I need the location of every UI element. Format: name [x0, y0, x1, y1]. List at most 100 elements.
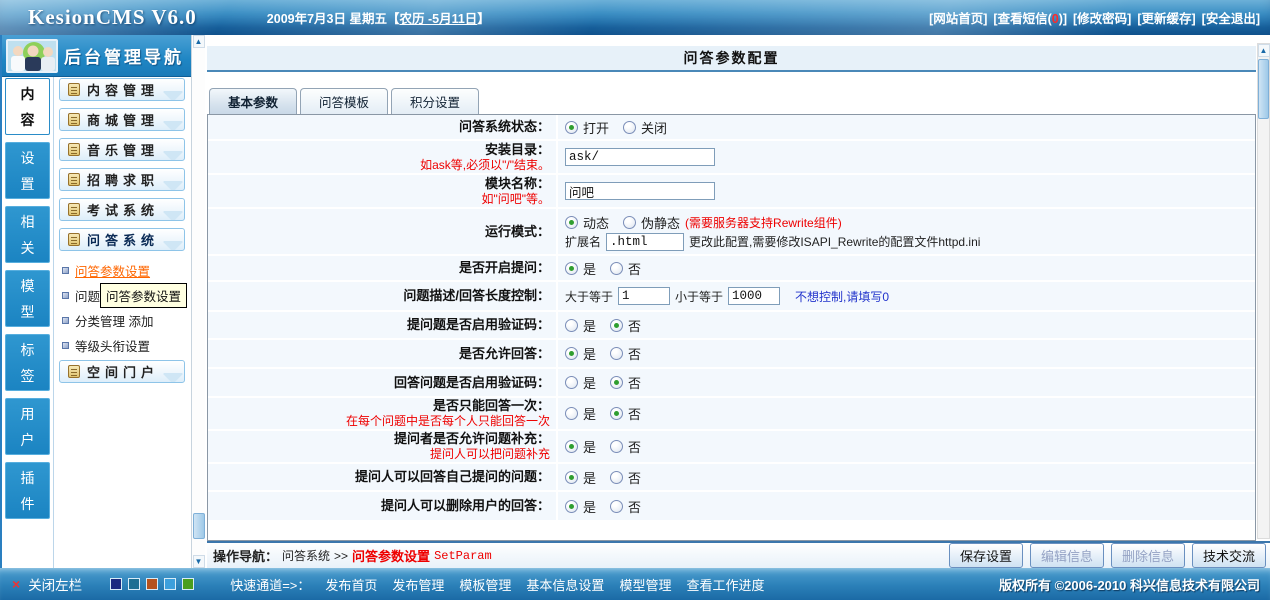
rail-tab-label: 内容: [20, 81, 36, 133]
field-label: 是否允许回答：: [459, 346, 550, 362]
sidebar-scroll-thumb[interactable]: [193, 513, 205, 539]
rail-tab-related[interactable]: 相关: [5, 206, 50, 263]
qa-submenu: 问答参数设置 问题分类管理 分类管理 添加 等级头衔设置: [62, 258, 191, 358]
radio-close[interactable]: [623, 121, 636, 134]
logout-link[interactable]: [安全退出]: [1202, 8, 1260, 27]
tech-exchange-button[interactable]: 技术交流: [1192, 543, 1266, 568]
rail-tab-users[interactable]: 用户: [5, 398, 50, 455]
field-label: 提问者是否允许问题补充：: [394, 431, 550, 447]
quick-link-publish-manage[interactable]: 发布管理: [392, 575, 444, 594]
home-link[interactable]: [网站首页]: [929, 8, 987, 27]
radio-no[interactable]: [610, 471, 623, 484]
max-length-input[interactable]: [728, 287, 780, 305]
form-row-run-mode: 运行模式： 动态 伪静态(需要服务器支持Rewrite组件) 扩展名更改此配置,…: [208, 209, 1255, 256]
radio-no[interactable]: [610, 319, 623, 332]
quick-link-work-progress[interactable]: 查看工作进度: [686, 575, 764, 594]
scroll-down-icon[interactable]: ▼: [193, 555, 205, 568]
extension-input[interactable]: [606, 233, 684, 251]
rail-tab-plugins[interactable]: 插件: [5, 462, 50, 519]
radio-label: 动态: [583, 213, 609, 232]
menu-qa-system[interactable]: 问答系统: [59, 228, 185, 251]
radio-yes[interactable]: [565, 262, 578, 275]
tab-points-settings[interactable]: 积分设置: [391, 88, 479, 114]
install-dir-input[interactable]: [565, 148, 715, 166]
theme-swatch-green[interactable]: [182, 578, 194, 590]
field-label: 是否开启提问：: [459, 260, 550, 276]
messages-link-close: )]: [1059, 12, 1067, 26]
main-scroll-track[interactable]: [1258, 57, 1269, 538]
menu-content-manage[interactable]: 内容管理: [59, 78, 185, 101]
ext-label: 扩展名: [565, 233, 601, 250]
radio-yes[interactable]: [565, 471, 578, 484]
brand-logo: KesionCMS V6.0: [28, 5, 197, 30]
sidebar-scrollbar[interactable]: ▲ ▼: [191, 35, 205, 568]
radio-yes[interactable]: [565, 376, 578, 389]
sidebar-header: 后台管理导航: [2, 35, 191, 77]
quick-link-model-manage[interactable]: 模型管理: [619, 575, 671, 594]
menu-shop-manage[interactable]: 商城管理: [59, 108, 185, 131]
radio-no[interactable]: [610, 407, 623, 420]
rail-tab-tags[interactable]: 标签: [5, 334, 50, 391]
radio-label: 是: [583, 373, 596, 392]
min-length-input[interactable]: [618, 287, 670, 305]
form-row-enable-ask: 是否开启提问： 是 否: [208, 256, 1255, 282]
scroll-up-icon[interactable]: ▲: [1258, 44, 1270, 57]
radio-open[interactable]: [565, 121, 578, 134]
quick-link-template-manage[interactable]: 模板管理: [459, 575, 511, 594]
menu-exam-system[interactable]: 考试系统: [59, 198, 185, 221]
menu-space-portal[interactable]: 空间门户: [59, 360, 185, 383]
radio-pseudo-static[interactable]: [623, 216, 636, 229]
theme-swatch-navy[interactable]: [110, 578, 122, 590]
menu-job-manage[interactable]: 招聘求职: [59, 168, 185, 191]
breadcrumb-current: 问答参数设置: [352, 546, 430, 565]
radio-no[interactable]: [610, 500, 623, 513]
breadcrumb-module[interactable]: 问答系统: [282, 547, 330, 564]
theme-swatch-lightblue[interactable]: [164, 578, 176, 590]
radio-label: 否: [628, 497, 641, 516]
main-scroll-thumb[interactable]: [1258, 59, 1269, 119]
tab-basic-params[interactable]: 基本参数: [209, 88, 297, 114]
breadcrumb: 操作导航： 问答系统 >> 问答参数设置SetParam: [213, 546, 492, 565]
date-text: 2009年7月3日 星期五【: [267, 12, 400, 26]
close-left-panel[interactable]: × 关闭左栏: [12, 574, 82, 594]
tab-qa-template[interactable]: 问答模板: [300, 88, 388, 114]
module-name-input[interactable]: [565, 182, 715, 200]
change-password-link[interactable]: [修改密码]: [1073, 8, 1131, 27]
radio-yes[interactable]: [565, 407, 578, 420]
field-label: 提问人可以删除用户的回答：: [381, 498, 550, 514]
submenu-level-title-settings[interactable]: 等级头衔设置: [62, 333, 191, 358]
radio-label: 否: [628, 437, 641, 456]
action-buttons: 保存设置 编辑信息 删除信息 技术交流: [949, 543, 1266, 568]
field-label: 回答问题是否启用验证码：: [394, 375, 550, 391]
rail-tab-content[interactable]: 内容: [5, 78, 50, 135]
theme-swatch-brown[interactable]: [146, 578, 158, 590]
length-note: 不想控制,请填写0: [795, 288, 889, 305]
sidebar-scroll-track[interactable]: [193, 48, 205, 555]
menu-label: 问答系统: [87, 230, 159, 249]
rail-tab-settings[interactable]: 设置: [5, 142, 50, 199]
main-scrollbar[interactable]: ▲: [1257, 43, 1270, 539]
rail-tab-model[interactable]: 模型: [5, 270, 50, 327]
menu-music-manage[interactable]: 音乐管理: [59, 138, 185, 161]
quick-link-basic-info[interactable]: 基本信息设置: [526, 575, 604, 594]
submenu-qa-params[interactable]: 问答参数设置: [62, 258, 191, 283]
radio-no[interactable]: [610, 440, 623, 453]
messages-link[interactable]: [查看短信(0)]: [993, 8, 1067, 27]
scroll-up-icon[interactable]: ▲: [193, 35, 205, 48]
radio-no[interactable]: [610, 376, 623, 389]
radio-dynamic[interactable]: [565, 216, 578, 229]
quick-link-publish-home[interactable]: 发布首页: [325, 575, 377, 594]
refresh-cache-link[interactable]: [更新缓存]: [1137, 8, 1195, 27]
theme-swatch-teal[interactable]: [128, 578, 140, 590]
radio-yes[interactable]: [565, 500, 578, 513]
radio-yes[interactable]: [565, 347, 578, 360]
admin-avatar: [6, 39, 58, 73]
radio-no[interactable]: [610, 262, 623, 275]
save-settings-button[interactable]: 保存设置: [949, 543, 1023, 568]
radio-no[interactable]: [610, 347, 623, 360]
radio-yes[interactable]: [565, 440, 578, 453]
radio-label: 是: [583, 404, 596, 423]
submenu-category-manage-add[interactable]: 分类管理 添加: [62, 308, 191, 333]
lunar-date-link[interactable]: 农历 -5月11日: [399, 12, 477, 26]
radio-yes[interactable]: [565, 319, 578, 332]
